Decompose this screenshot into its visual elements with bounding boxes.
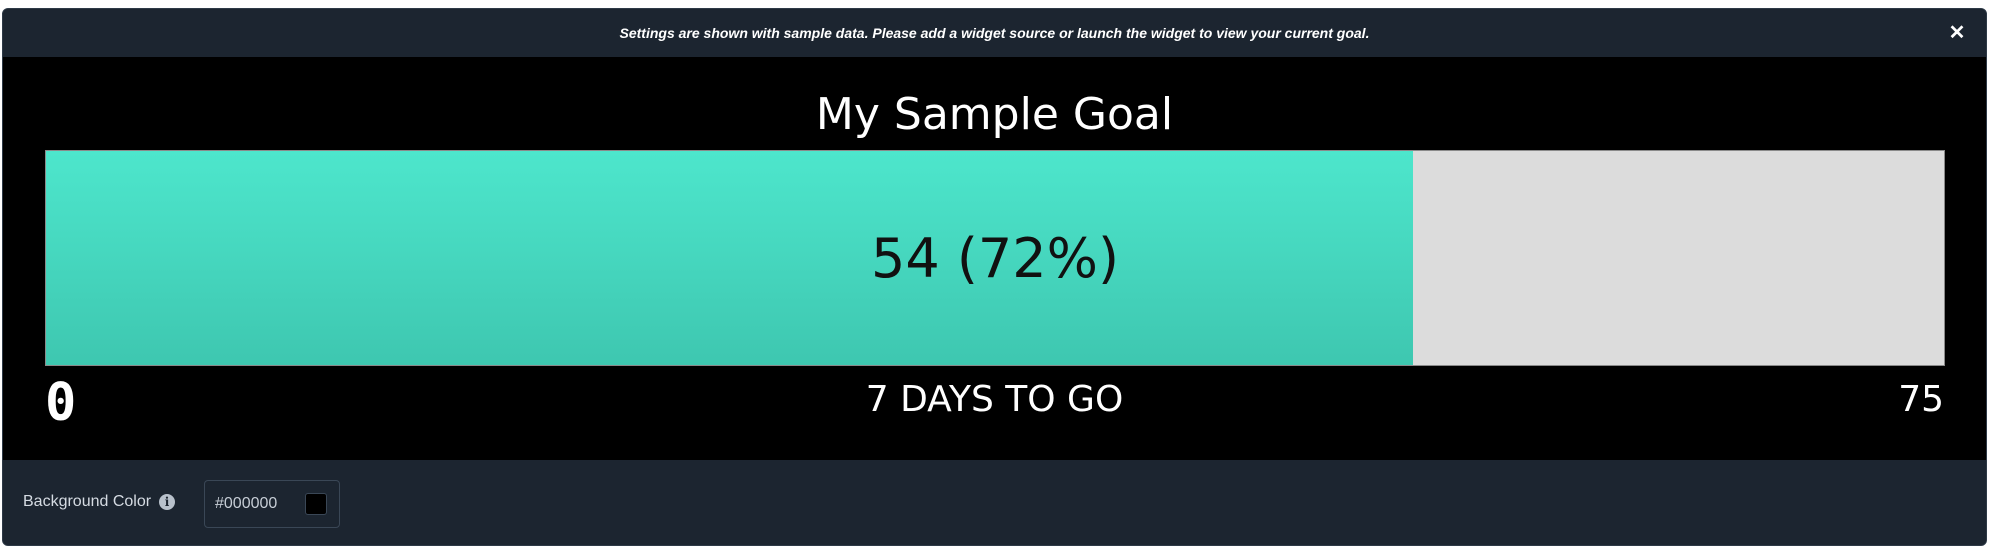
background-color-value[interactable]: #000000 (215, 495, 295, 513)
close-icon[interactable]: ✕ (1944, 19, 1970, 45)
progress-label: 54 (72%) (870, 226, 1120, 290)
goal-title: My Sample Goal (815, 89, 1174, 140)
color-swatch[interactable] (305, 493, 327, 515)
info-icon[interactable]: i (159, 494, 176, 510)
goal-preview: My Sample Goal 54 (72%) 0 7 DAYS TO GO 7… (3, 57, 1986, 460)
widget-settings-panel: Settings are shown with sample data. Ple… (2, 8, 1987, 546)
goal-max-label: 75 (1898, 379, 1944, 420)
sample-data-notice: Settings are shown with sample data. Ple… (3, 9, 1986, 58)
background-color-label: Background Color (23, 493, 152, 510)
notice-text: Settings are shown with sample data. Ple… (619, 25, 1370, 41)
days-to-go-label: 7 DAYS TO GO (865, 379, 1124, 420)
background-color-input[interactable]: #000000 (204, 480, 340, 528)
progress-bar-track: 54 (72%) (45, 150, 1945, 366)
background-color-field-label: Background Color i (23, 487, 176, 517)
settings-section: Background Color i #000000 (3, 461, 1986, 545)
